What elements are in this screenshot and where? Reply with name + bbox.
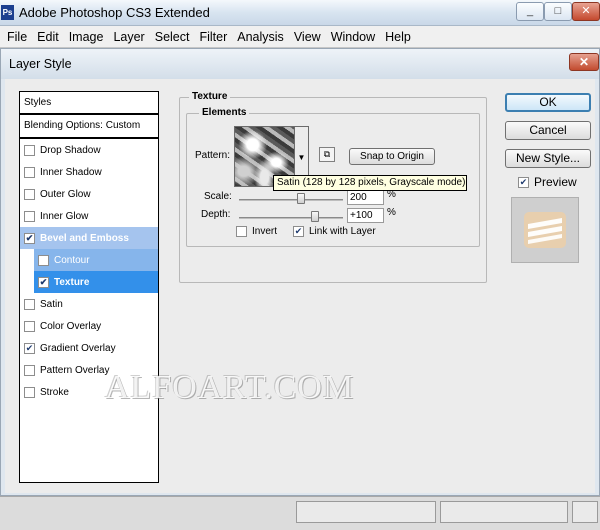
- preview-checkbox[interactable]: ✔: [518, 176, 529, 188]
- menu-help[interactable]: Help: [380, 26, 416, 48]
- style-item-label: Color Overlay: [40, 320, 102, 332]
- menu-file[interactable]: File: [2, 26, 32, 48]
- preview-tile-icon: [524, 212, 566, 248]
- dialog-title: Layer Style: [9, 57, 72, 71]
- app-close-button[interactable]: ✕: [572, 2, 600, 21]
- depth-percent: %: [387, 207, 396, 218]
- pattern-overlay-checkbox[interactable]: [24, 364, 35, 376]
- maximize-button[interactable]: □: [544, 2, 572, 21]
- scale-label: Scale:: [204, 191, 232, 202]
- background-panel-end: [572, 501, 598, 523]
- style-item-label: Inner Shadow: [40, 166, 102, 178]
- style-item-label: Outer Glow: [40, 188, 91, 200]
- layer-style-dialog: Layer Style ✕ Styles Blending Options: C…: [0, 48, 600, 496]
- style-item-inner-glow[interactable]: Inner Glow: [20, 205, 158, 227]
- depth-label: Depth:: [201, 209, 231, 220]
- inner-shadow-checkbox[interactable]: [24, 166, 35, 178]
- style-item-contour[interactable]: Contour: [34, 249, 158, 271]
- style-item-texture[interactable]: ✔ Texture: [34, 271, 158, 293]
- preview-label: Preview: [534, 175, 577, 189]
- app-title: Adobe Photoshop CS3 Extended: [19, 5, 210, 20]
- invert-checkbox[interactable]: [236, 226, 247, 237]
- menu-analysis[interactable]: Analysis: [232, 26, 289, 48]
- menu-window[interactable]: Window: [326, 26, 380, 48]
- pattern-label: Pattern:: [195, 150, 231, 161]
- style-item-label: Stroke: [40, 386, 69, 398]
- styles-list: Styles Blending Options: Custom Drop Sha…: [19, 91, 159, 483]
- scale-slider-track[interactable]: [239, 199, 343, 201]
- app-titlebar: Ps Adobe Photoshop CS3 Extended _ □ ✕: [0, 0, 600, 26]
- new-preset-from-pattern-icon[interactable]: ⧉: [319, 147, 335, 162]
- texture-section-title: Texture: [189, 91, 231, 102]
- style-rows: Drop Shadow Inner Shadow Outer Glow Inner G…: [20, 139, 158, 403]
- invert-option[interactable]: Invert: [236, 226, 277, 237]
- photoshop-logo-icon: Ps: [1, 5, 14, 20]
- dialog-close-button[interactable]: ✕: [569, 53, 599, 71]
- depth-input[interactable]: +100: [347, 208, 384, 223]
- watermark: ALFOART.COM: [105, 369, 355, 406]
- minimize-button[interactable]: _: [516, 2, 544, 21]
- texture-checkbox[interactable]: ✔: [38, 276, 49, 288]
- dialog-body: Styles Blending Options: Custom Drop Sha…: [5, 79, 595, 493]
- gradient-overlay-checkbox[interactable]: ✔: [24, 342, 35, 354]
- style-item-bevel-and-emboss[interactable]: ✔ Bevel and Emboss: [20, 227, 158, 249]
- link-with-layer-label: Link with Layer: [309, 226, 376, 237]
- invert-label: Invert: [252, 226, 278, 237]
- scale-input[interactable]: 200: [347, 190, 384, 205]
- link-with-layer-checkbox[interactable]: ✔: [293, 226, 304, 237]
- style-item-color-overlay[interactable]: Color Overlay: [20, 315, 158, 337]
- style-item-label: Drop Shadow: [40, 144, 101, 156]
- menu-bar: File Edit Image Layer Select Filter Anal…: [0, 26, 600, 48]
- depth-slider-thumb[interactable]: [311, 211, 319, 222]
- workspace-background: [0, 496, 600, 530]
- bevel-and-emboss-checkbox[interactable]: ✔: [24, 232, 35, 244]
- style-item-inner-shadow[interactable]: Inner Shadow: [20, 161, 158, 183]
- contour-checkbox[interactable]: [38, 254, 49, 266]
- ok-button[interactable]: OK: [505, 93, 591, 112]
- style-item-satin[interactable]: Satin: [20, 293, 158, 315]
- color-overlay-checkbox[interactable]: [24, 320, 35, 332]
- style-item-label: Pattern Overlay: [40, 364, 110, 376]
- menu-filter[interactable]: Filter: [194, 26, 232, 48]
- style-item-label: Texture: [54, 276, 90, 288]
- inner-glow-checkbox[interactable]: [24, 210, 35, 222]
- menu-edit[interactable]: Edit: [32, 26, 64, 48]
- satin-checkbox[interactable]: [24, 298, 35, 310]
- style-item-drop-shadow[interactable]: Drop Shadow: [20, 139, 158, 161]
- menu-layer[interactable]: Layer: [108, 26, 149, 48]
- link-with-layer-option[interactable]: ✔ Link with Layer: [293, 226, 376, 237]
- style-item-label: Bevel and Emboss: [40, 232, 129, 244]
- blending-options-item[interactable]: Blending Options: Custom: [20, 115, 158, 139]
- style-item-outer-glow[interactable]: Outer Glow: [20, 183, 158, 205]
- snap-to-origin-button[interactable]: Snap to Origin: [349, 148, 435, 165]
- preview-thumbnail: [511, 197, 579, 263]
- dialog-titlebar: Layer Style ✕: [1, 49, 599, 79]
- style-item-label: Contour: [54, 254, 90, 266]
- style-item-label: Satin: [40, 298, 63, 310]
- scale-slider-thumb[interactable]: [296, 193, 305, 204]
- menu-select[interactable]: Select: [150, 26, 195, 48]
- background-panel-right: [440, 501, 568, 523]
- menu-view[interactable]: View: [289, 26, 326, 48]
- stroke-checkbox[interactable]: [24, 386, 35, 398]
- cancel-button[interactable]: Cancel: [505, 121, 591, 140]
- style-item-gradient-overlay[interactable]: ✔ Gradient Overlay: [20, 337, 158, 359]
- drop-shadow-checkbox[interactable]: [24, 144, 35, 156]
- menu-image[interactable]: Image: [64, 26, 109, 48]
- depth-slider-track[interactable]: [239, 217, 343, 219]
- style-item-label: Gradient Overlay: [40, 342, 116, 354]
- new-style-button[interactable]: New Style...: [505, 149, 591, 168]
- pattern-tooltip: Satin (128 by 128 pixels, Grayscale mode…: [273, 175, 467, 191]
- preview-option[interactable]: ✔ Preview: [518, 175, 577, 189]
- outer-glow-checkbox[interactable]: [24, 188, 35, 200]
- elements-group-title: Elements: [199, 107, 250, 118]
- background-panel-left: [296, 501, 436, 523]
- styles-header[interactable]: Styles: [20, 92, 158, 115]
- style-item-label: Inner Glow: [40, 210, 89, 222]
